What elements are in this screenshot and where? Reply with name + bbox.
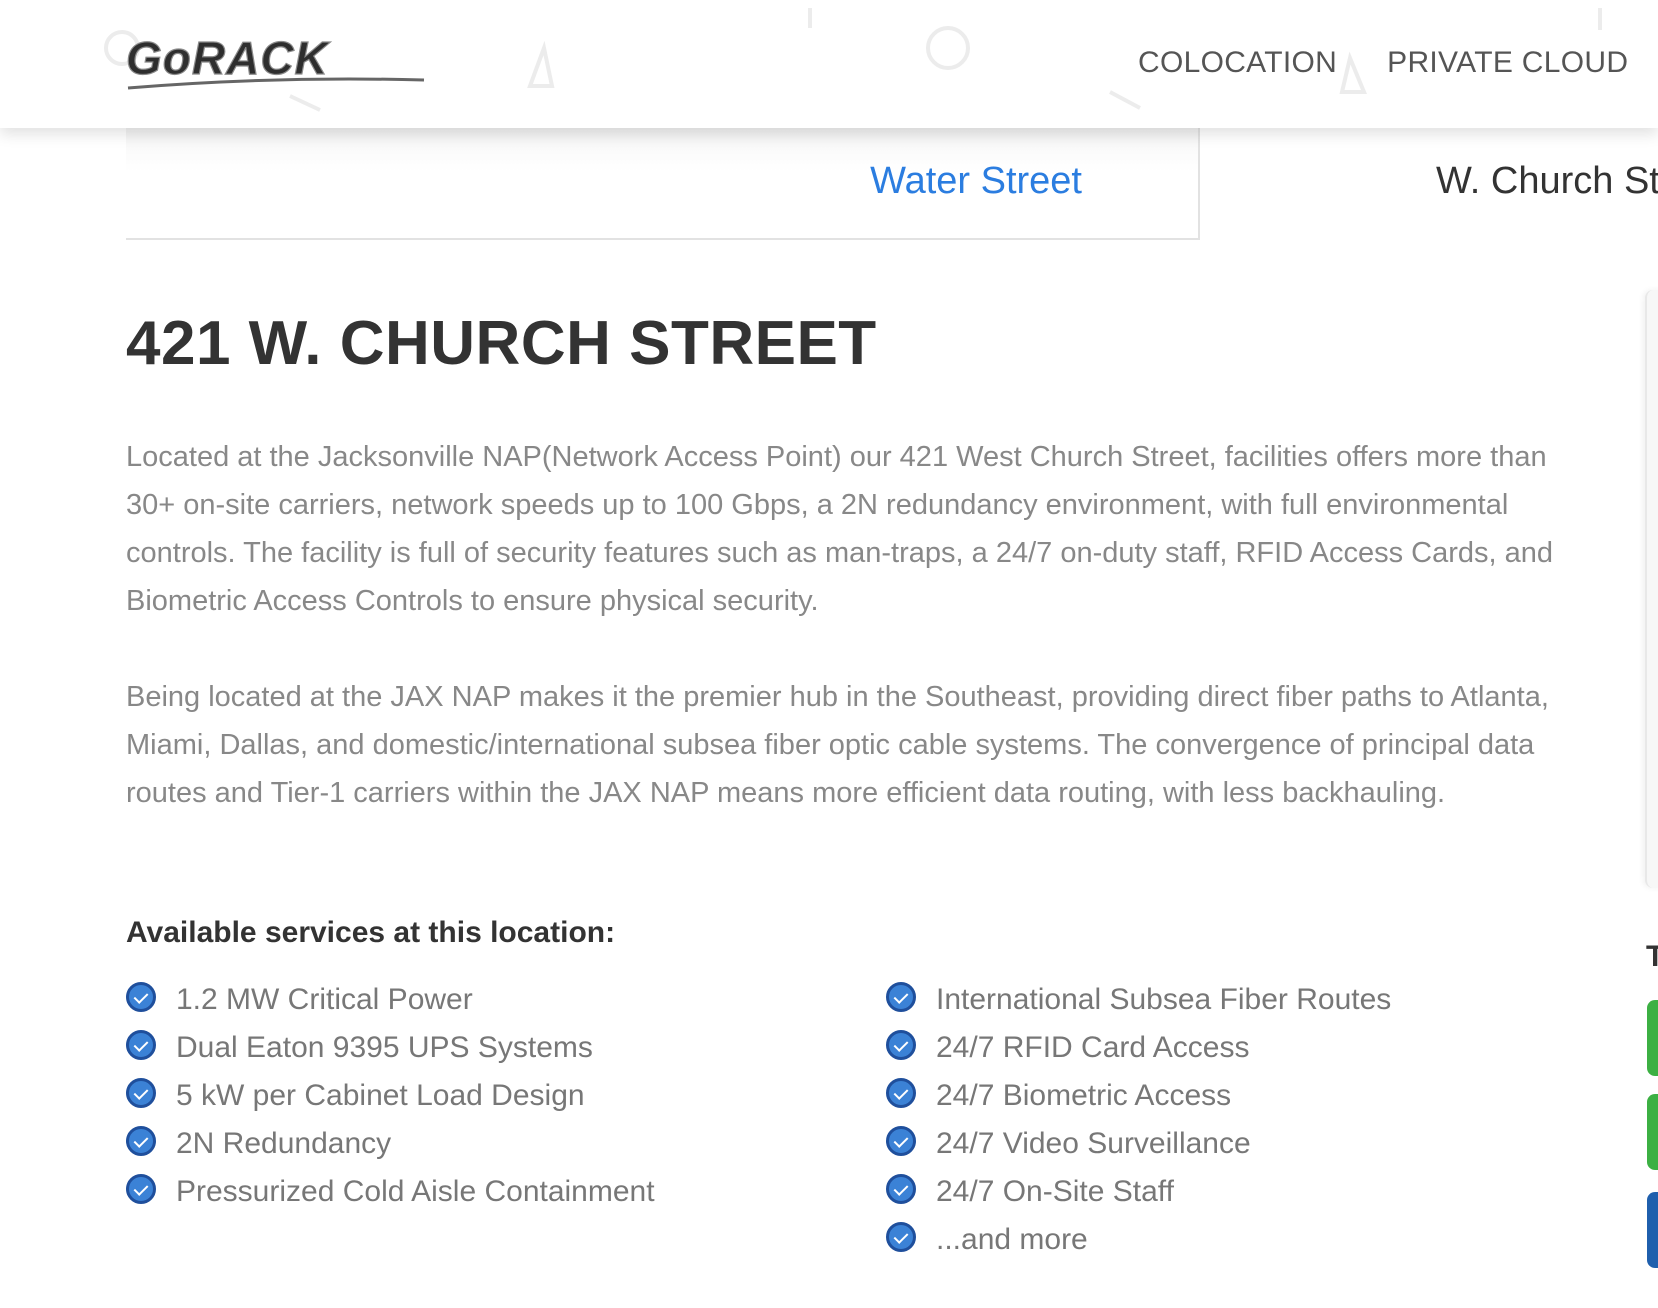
services-list-left: 1.2 MW Critical Power Dual Eaton 9395 UP… bbox=[126, 976, 655, 1216]
service-label: Pressurized Cold Aisle Containment bbox=[176, 1175, 655, 1208]
check-circle-icon bbox=[126, 982, 156, 1012]
service-label: 24/7 Video Surveillance bbox=[936, 1127, 1251, 1160]
list-item: 5 kW per Cabinet Load Design bbox=[126, 1072, 655, 1120]
service-label: 24/7 On-Site Staff bbox=[936, 1175, 1174, 1208]
sidebar-button-green-1[interactable] bbox=[1647, 1000, 1658, 1076]
sidebar-button-green-2[interactable] bbox=[1647, 1094, 1658, 1170]
check-circle-icon bbox=[886, 1078, 916, 1108]
list-item: 24/7 Video Surveillance bbox=[886, 1120, 1391, 1168]
check-circle-icon bbox=[886, 982, 916, 1012]
list-item: Dual Eaton 9395 UPS Systems bbox=[126, 1024, 655, 1072]
check-circle-icon bbox=[886, 1222, 916, 1252]
service-label: 24/7 RFID Card Access bbox=[936, 1031, 1250, 1064]
sidebar-button-blue[interactable] bbox=[1647, 1192, 1658, 1268]
main-nav: COLOCATIONPRIVATE CLOUDC bbox=[1138, 46, 1658, 80]
svg-text:GoRACK: GoRACK bbox=[126, 32, 331, 84]
check-circle-icon bbox=[126, 1126, 156, 1156]
services-list-right: International Subsea Fiber Routes 24/7 R… bbox=[886, 976, 1391, 1264]
check-circle-icon bbox=[126, 1078, 156, 1108]
nav-colocation[interactable]: COLOCATION bbox=[1138, 46, 1337, 80]
gorack-logo[interactable]: GoRACK bbox=[124, 30, 436, 92]
service-label: International Subsea Fiber Routes bbox=[936, 983, 1392, 1016]
check-circle-icon bbox=[126, 1174, 156, 1204]
list-item: 1.2 MW Critical Power bbox=[126, 976, 655, 1024]
tab-water-street[interactable]: Water Street bbox=[126, 128, 1200, 240]
service-label: 5 kW per Cabinet Load Design bbox=[176, 1079, 585, 1112]
tab-w-church-street[interactable]: W. Church Street bbox=[1200, 128, 1658, 240]
location-tabs: Water Street W. Church Street bbox=[126, 128, 1658, 240]
site-header: GoRACK COLOCATIONPRIVATE CLOUDC bbox=[0, 0, 1658, 128]
list-item: International Subsea Fiber Routes bbox=[886, 976, 1391, 1024]
list-item: ...and more bbox=[886, 1216, 1391, 1264]
nav-private-cloud[interactable]: PRIVATE CLOUD bbox=[1387, 46, 1628, 80]
tab-w-church-street-label: W. Church Street bbox=[1436, 160, 1658, 202]
service-label: 2N Redundancy bbox=[176, 1127, 392, 1160]
list-item: 24/7 Biometric Access bbox=[886, 1072, 1391, 1120]
description-paragraph-2: Being located at the JAX NAP makes it th… bbox=[126, 681, 1549, 809]
list-item: Pressurized Cold Aisle Containment bbox=[126, 1168, 655, 1216]
services-heading: Available services at this location: bbox=[126, 916, 616, 949]
page: GoRACK COLOCATIONPRIVATE CLOUDC Water St… bbox=[0, 0, 1658, 1308]
service-label: 1.2 MW Critical Power bbox=[176, 983, 473, 1016]
list-item: 2N Redundancy bbox=[126, 1120, 655, 1168]
list-item: 24/7 On-Site Staff bbox=[886, 1168, 1391, 1216]
page-title: 421 W. CHURCH STREET bbox=[126, 309, 877, 378]
check-circle-icon bbox=[126, 1030, 156, 1060]
check-circle-icon bbox=[886, 1174, 916, 1204]
tab-water-street-label: Water Street bbox=[870, 160, 1082, 202]
sidebar-card-edge bbox=[1645, 290, 1658, 888]
service-label: ...and more bbox=[936, 1223, 1088, 1256]
service-label: Dual Eaton 9395 UPS Systems bbox=[176, 1031, 593, 1064]
check-circle-icon bbox=[886, 1030, 916, 1060]
check-circle-icon bbox=[886, 1126, 916, 1156]
list-item: 24/7 RFID Card Access bbox=[886, 1024, 1391, 1072]
description-paragraph-1: Located at the Jacksonville NAP(Network … bbox=[126, 441, 1553, 617]
service-label: 24/7 Biometric Access bbox=[936, 1079, 1232, 1112]
sidebar-heading-fragment: T bbox=[1646, 940, 1658, 973]
